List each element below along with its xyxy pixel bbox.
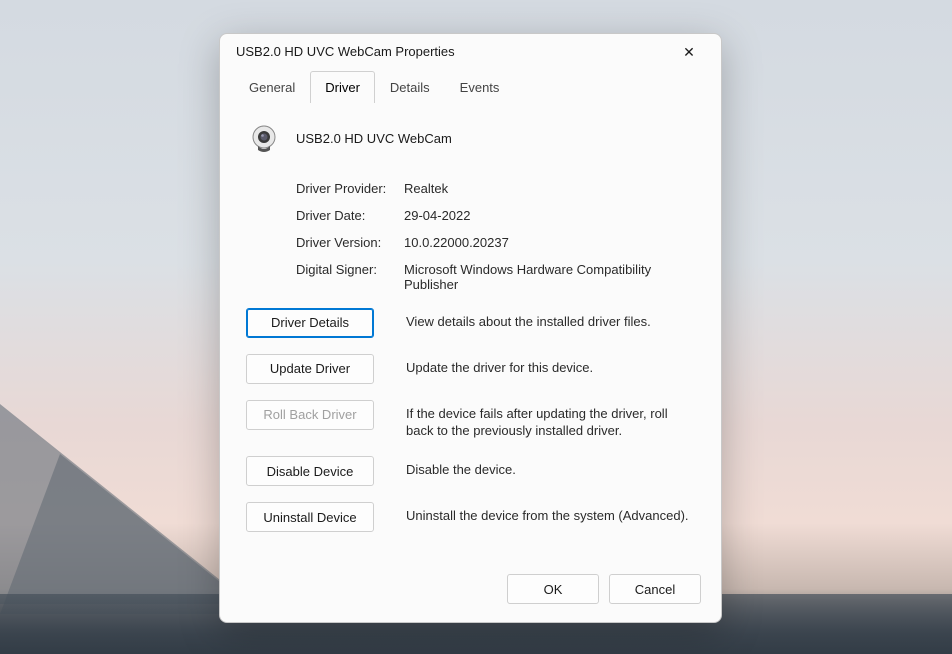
disable-device-desc: Disable the device. (406, 456, 695, 479)
tab-driver[interactable]: Driver (310, 71, 375, 103)
action-row-disable: Disable Device Disable the device. (246, 456, 695, 486)
tab-events[interactable]: Events (445, 71, 515, 103)
provider-value: Realtek (404, 181, 695, 196)
rollback-driver-button: Roll Back Driver (246, 400, 374, 430)
window-title: USB2.0 HD UVC WebCam Properties (236, 44, 455, 59)
action-row-rollback: Roll Back Driver If the device fails aft… (246, 400, 695, 440)
device-name: USB2.0 HD UVC WebCam (296, 131, 452, 146)
info-row-version: Driver Version: 10.0.22000.20237 (296, 235, 695, 250)
date-label: Driver Date: (296, 208, 404, 223)
dialog-footer: OK Cancel (220, 562, 721, 622)
signer-value: Microsoft Windows Hardware Compatibility… (404, 262, 695, 292)
info-row-provider: Driver Provider: Realtek (296, 181, 695, 196)
uninstall-device-desc: Uninstall the device from the system (Ad… (406, 502, 695, 525)
action-row-details: Driver Details View details about the in… (246, 308, 695, 338)
tab-content: USB2.0 HD UVC WebCam Driver Provider: Re… (220, 103, 721, 562)
close-icon: ✕ (683, 45, 695, 59)
ok-button[interactable]: OK (507, 574, 599, 604)
driver-details-desc: View details about the installed driver … (406, 308, 695, 331)
driver-details-button[interactable]: Driver Details (246, 308, 374, 338)
info-row-date: Driver Date: 29-04-2022 (296, 208, 695, 223)
cancel-button[interactable]: Cancel (609, 574, 701, 604)
titlebar: USB2.0 HD UVC WebCam Properties ✕ (220, 34, 721, 70)
action-row-uninstall: Uninstall Device Uninstall the device fr… (246, 502, 695, 532)
properties-dialog: USB2.0 HD UVC WebCam Properties ✕ Genera… (219, 33, 722, 623)
update-driver-button[interactable]: Update Driver (246, 354, 374, 384)
date-value: 29-04-2022 (404, 208, 695, 223)
tab-general[interactable]: General (234, 71, 310, 103)
uninstall-device-button[interactable]: Uninstall Device (246, 502, 374, 532)
signer-label: Digital Signer: (296, 262, 404, 292)
driver-info: Driver Provider: Realtek Driver Date: 29… (296, 181, 695, 292)
device-header: USB2.0 HD UVC WebCam (246, 121, 695, 157)
tab-details[interactable]: Details (375, 71, 445, 103)
webcam-icon (246, 121, 282, 157)
version-value: 10.0.22000.20237 (404, 235, 695, 250)
close-button[interactable]: ✕ (671, 37, 707, 67)
info-row-signer: Digital Signer: Microsoft Windows Hardwa… (296, 262, 695, 292)
rollback-driver-desc: If the device fails after updating the d… (406, 400, 695, 440)
provider-label: Driver Provider: (296, 181, 404, 196)
tab-strip: General Driver Details Events (220, 70, 721, 103)
version-label: Driver Version: (296, 235, 404, 250)
update-driver-desc: Update the driver for this device. (406, 354, 695, 377)
disable-device-button[interactable]: Disable Device (246, 456, 374, 486)
action-row-update: Update Driver Update the driver for this… (246, 354, 695, 384)
